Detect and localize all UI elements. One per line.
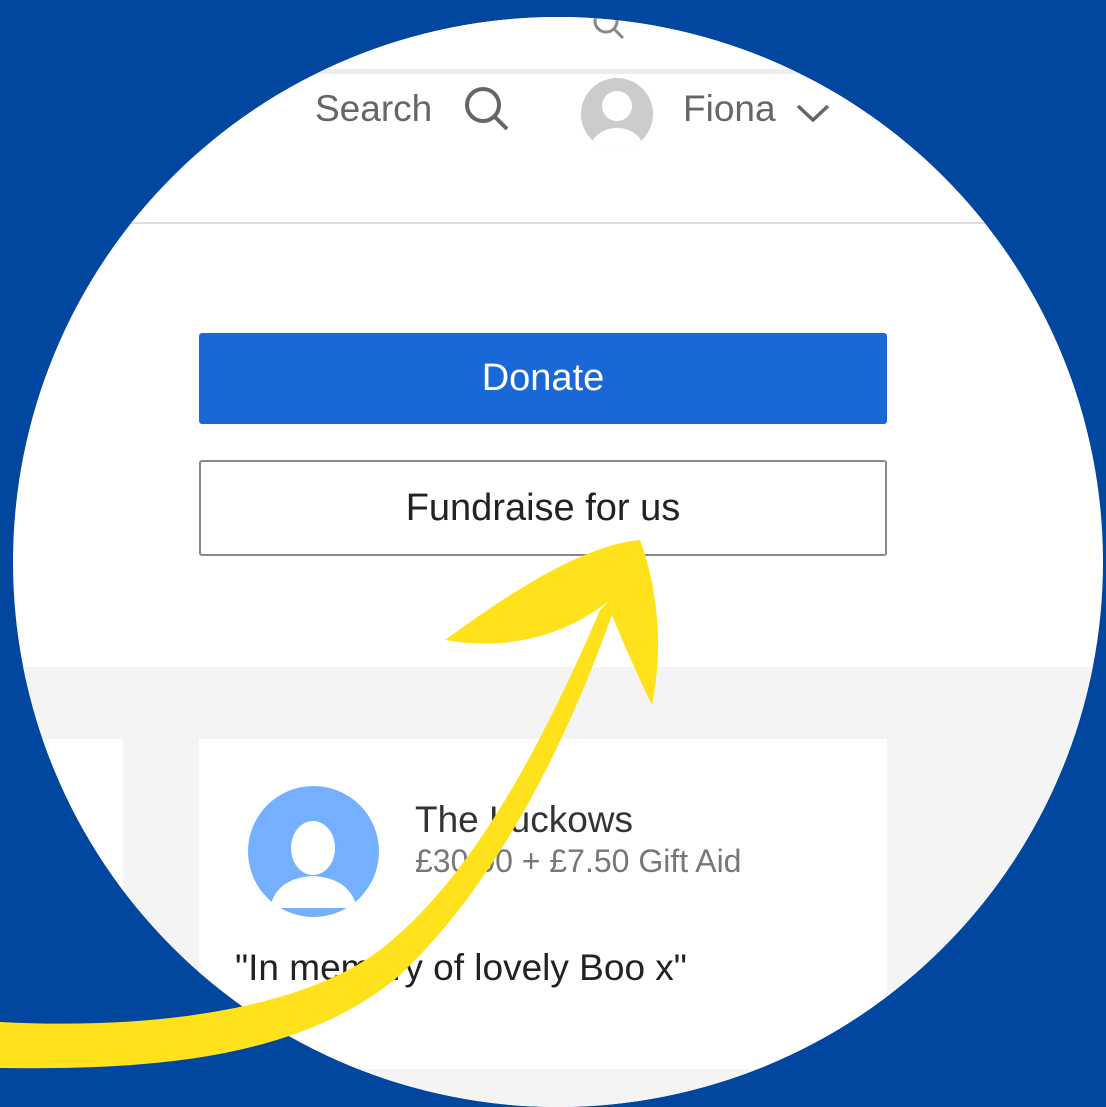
user-menu-name[interactable]: Fiona (683, 90, 776, 127)
zoom-circle: Search Fiona Donate Fundraise for us The… (13, 17, 1103, 1107)
search-icon[interactable] (461, 81, 513, 133)
donation-card-partial (13, 739, 123, 1069)
donation-message: "In memory of lovely Boo x" (235, 947, 687, 988)
fundraise-button[interactable]: Fundraise for us (199, 460, 887, 556)
top-search-icon[interactable] (590, 17, 630, 51)
donor-name: The Luckows (415, 799, 633, 840)
chevron-down-icon[interactable] (795, 101, 831, 125)
donor-avatar-icon (248, 786, 379, 917)
search-link-label[interactable]: Search (315, 90, 432, 127)
browser-top-bar (13, 17, 1103, 74)
donate-button[interactable]: Donate (199, 333, 887, 424)
donation-amount: £30.00 + £7.50 Gift Aid (415, 843, 742, 879)
site-header (13, 75, 1103, 224)
user-avatar-icon[interactable] (581, 78, 653, 150)
